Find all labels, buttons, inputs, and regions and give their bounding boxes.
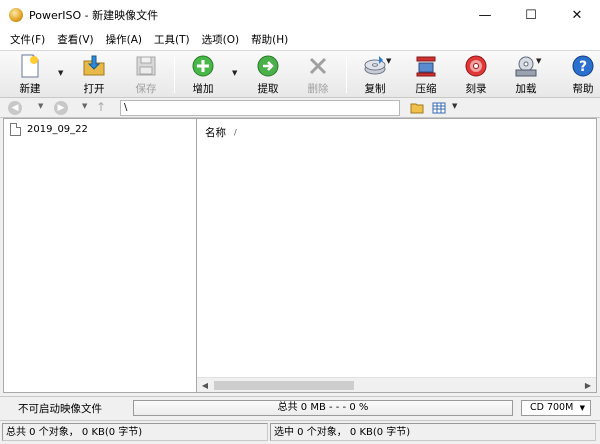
help-question-icon: ? (571, 54, 595, 78)
capacity-progress-bar: 总共 0 MB - - - 0 % (133, 400, 513, 416)
add-plus-icon (191, 54, 215, 78)
add-button[interactable]: 增加 (183, 54, 223, 96)
menu-view[interactable]: 查看(V) (51, 30, 99, 50)
folder-view-icon[interactable] (408, 100, 426, 116)
open-folder-icon (82, 54, 106, 78)
menu-help[interactable]: 帮助(H) (245, 30, 294, 50)
tree-item-label: 2019_09_22 (27, 124, 88, 135)
new-button[interactable]: 新建 (10, 54, 50, 96)
copy-dropdown-arrow[interactable]: ▼ (386, 57, 391, 65)
new-dropdown-arrow[interactable]: ▼ (58, 69, 63, 77)
folder-tree-panel: 2019_09_22 (3, 118, 197, 393)
boot-status-label: 不可启动映像文件 (18, 403, 102, 415)
file-list-panel: 名称 / ◀ ▶ (197, 118, 597, 393)
delete-label: 删除 (307, 83, 329, 95)
compress-label: 压缩 (415, 83, 437, 95)
open-label: 打开 (83, 83, 105, 95)
object-status-bar: 总共 0 个对象， 0 KB(0 字节) 选中 0 个对象， 0 KB(0 字节… (0, 420, 600, 444)
toolbar-separator (174, 57, 175, 93)
delete-x-icon (306, 54, 330, 78)
svg-text:?: ? (579, 59, 587, 75)
burn-button[interactable]: 刻录 (456, 54, 496, 96)
window-title: PowerISO - 新建映像文件 (29, 9, 159, 22)
mount-drive-icon (514, 54, 538, 78)
back-arrow-icon[interactable]: ◀ (8, 101, 22, 115)
capacity-status-bar: 不可启动映像文件 总共 0 MB - - - 0 % CD 700M ▼ (0, 396, 600, 418)
capacity-select-value: CD 700M (530, 402, 574, 413)
tree-item-root[interactable]: 2019_09_22 (10, 123, 88, 136)
forward-dropdown-arrow[interactable]: ▼ (82, 102, 87, 110)
toolbar: 新建 ▼ 打开 保存 增加 ▼ 提取 删除 复制 ▼ 压缩 刻录 加载 ▼ ? … (0, 50, 600, 98)
help-label: 帮助 (572, 83, 594, 95)
extract-arrow-icon (256, 54, 280, 78)
extract-label: 提取 (257, 83, 279, 95)
add-dropdown-arrow[interactable]: ▼ (232, 69, 237, 77)
forward-arrow-icon[interactable]: ▶ (54, 101, 68, 115)
menu-file[interactable]: 文件(F) (4, 30, 51, 50)
sort-indicator-icon: / (234, 128, 237, 137)
horizontal-scrollbar[interactable]: ◀ ▶ (197, 377, 596, 392)
view-dropdown-arrow[interactable]: ▼ (452, 102, 457, 110)
menu-tools[interactable]: 工具(T) (148, 30, 196, 50)
save-label: 保存 (135, 83, 157, 95)
open-button[interactable]: 打开 (74, 54, 114, 96)
menu-bar: 文件(F) 查看(V) 操作(A) 工具(T) 选项(O) 帮助(H) (0, 30, 600, 50)
menu-action[interactable]: 操作(A) (100, 30, 148, 50)
new-label: 新建 (19, 83, 41, 95)
chevron-down-icon: ▼ (579, 404, 585, 412)
delete-button[interactable]: 删除 (298, 54, 338, 96)
scroll-left-icon[interactable]: ◀ (198, 379, 212, 392)
copy-label: 复制 (364, 83, 386, 95)
disc-image-icon (10, 123, 21, 136)
column-name-label: 名称 (205, 127, 226, 139)
selected-objects-status: 选中 0 个对象， 0 KB(0 字节) (270, 423, 596, 441)
address-bar: ◀ ▼ ▶ ▼ ↑ \ ▼ (0, 98, 600, 118)
scroll-right-icon[interactable]: ▶ (581, 379, 595, 392)
total-objects-status: 总共 0 个对象， 0 KB(0 字节) (2, 423, 268, 441)
mount-label: 加载 (515, 83, 537, 95)
title-bar: PowerISO - 新建映像文件 — ☐ ✕ (0, 0, 600, 30)
window-controls: — ☐ ✕ (462, 0, 600, 30)
burn-disc-icon (464, 54, 488, 78)
extract-button[interactable]: 提取 (248, 54, 288, 96)
compress-button[interactable]: 压缩 (406, 54, 446, 96)
column-header-name[interactable]: 名称 / (205, 125, 237, 140)
capacity-select[interactable]: CD 700M ▼ (521, 400, 591, 416)
path-field[interactable]: \ (120, 100, 400, 116)
new-file-icon (18, 54, 42, 78)
save-disk-icon (134, 54, 158, 78)
back-dropdown-arrow[interactable]: ▼ (38, 102, 43, 110)
grid-view-icon[interactable] (430, 100, 448, 116)
up-folder-icon[interactable]: ↑ (96, 100, 106, 114)
minimize-button[interactable]: — (462, 0, 508, 30)
save-button[interactable]: 保存 (126, 54, 166, 96)
help-button[interactable]: ? 帮助 (563, 54, 600, 96)
compress-vise-icon (414, 54, 438, 78)
toolbar-separator (346, 57, 347, 93)
app-icon (9, 8, 23, 22)
menu-options[interactable]: 选项(O) (196, 30, 245, 50)
scroll-thumb[interactable] (214, 381, 354, 390)
add-label: 增加 (192, 83, 214, 95)
copy-disc-icon (363, 54, 387, 78)
mount-dropdown-arrow[interactable]: ▼ (536, 57, 541, 65)
close-button[interactable]: ✕ (554, 0, 600, 30)
maximize-button[interactable]: ☐ (508, 0, 554, 30)
burn-label: 刻录 (465, 83, 487, 95)
